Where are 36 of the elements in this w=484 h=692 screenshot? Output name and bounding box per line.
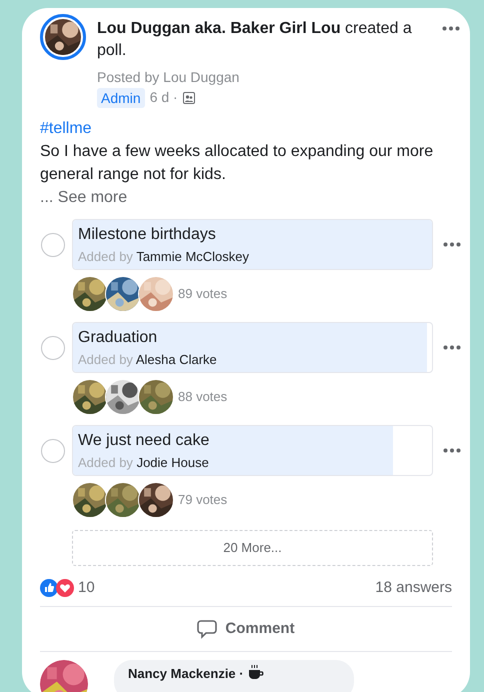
admin-badge: Admin [97, 88, 145, 108]
poll-option[interactable]: Graduation Added by Alesha Clarke [72, 322, 433, 373]
hashtag-link[interactable]: #tellme [40, 117, 92, 140]
commenter-name[interactable]: Nancy Mackenzie · [128, 664, 244, 684]
like-icon[interactable] [40, 579, 58, 597]
post-body: So I have a few weeks allocated to expanding our more general range not for kids. [40, 142, 434, 185]
poll-option[interactable]: We just need cake Added by Jodie House [72, 425, 433, 476]
radio-button[interactable] [41, 438, 65, 462]
option-label: Graduation [78, 328, 158, 348]
option-label: We just need cake [78, 431, 210, 451]
posted-by-text: Posted by Lou Duggan [97, 68, 240, 87]
group-icon [182, 92, 195, 104]
added-by-text: Added by Tammie McCloskey [78, 248, 250, 266]
added-by-text: Added by Jodie House [78, 454, 210, 472]
option-label: Milestone birthdays [78, 225, 217, 245]
post-time[interactable]: 6 d · [150, 87, 178, 108]
vote-count[interactable]: 79 votes [178, 490, 228, 510]
poll-option[interactable]: Milestone birthdays Added by Tammie McCloskey [72, 219, 433, 270]
more-options-icon[interactable] [442, 26, 460, 31]
comment-button[interactable]: Comment [189, 614, 303, 644]
radio-button[interactable] [41, 232, 65, 256]
more-options-icon[interactable] [443, 345, 461, 350]
reaction-count[interactable]: 10 [78, 576, 95, 600]
more-options-icon[interactable] [443, 448, 461, 453]
vote-count[interactable]: 88 votes [178, 387, 228, 407]
answers-count[interactable]: 18 answers [375, 576, 452, 600]
more-options-button[interactable]: 20 More... [72, 530, 433, 566]
radio-button[interactable] [41, 336, 65, 360]
speech-bubble-icon [197, 620, 218, 638]
avatar-ring[interactable] [40, 14, 86, 60]
post-headline: Lou Duggan aka. Baker Girl Lou created a poll. [97, 19, 413, 61]
see-more-link[interactable]: ... See more [40, 186, 128, 209]
more-options-icon[interactable] [443, 242, 461, 247]
vote-count[interactable]: 89 votes [178, 284, 228, 304]
added-by-text: Added by Alesha Clarke [78, 351, 218, 369]
coffee-cup-icon [246, 664, 265, 680]
